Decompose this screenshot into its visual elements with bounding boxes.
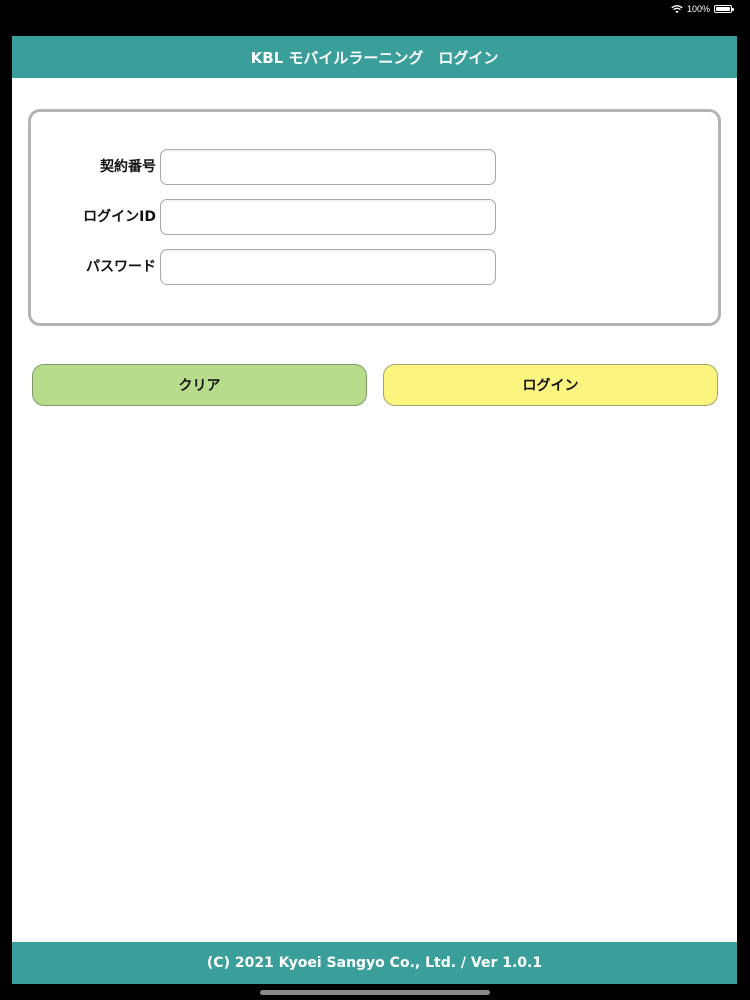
clear-button-label: クリア [178,378,221,394]
status-bar: 100% [0,0,750,22]
login-button-label: ログイン [522,378,579,394]
login-button[interactable]: ログイン [383,364,718,406]
clear-button[interactable]: クリア [32,364,367,406]
page-title: KBL モバイルラーニング ログイン [250,48,499,67]
battery-percentage: 100% [686,4,710,14]
login-id-label: ログインID [83,209,156,225]
status-indicators: 100% [671,2,734,16]
home-indicator[interactable] [260,990,490,995]
password-input[interactable] [160,249,496,285]
contract-number-row: 契約番号 [31,149,718,185]
contract-number-label: 契約番号 [100,159,156,175]
footer-bar: (C) 2021 Kyoei Sangyo Co., Ltd. / Ver 1.… [12,942,737,984]
wifi-icon [671,5,683,14]
contract-number-input[interactable] [160,149,496,185]
battery-icon [714,5,734,13]
login-id-row: ログインID [31,199,718,235]
login-form-panel: 契約番号 ログインID パスワード [28,109,721,326]
header-bar: KBL モバイルラーニング ログイン [12,36,737,78]
password-row: パスワード [31,249,718,285]
login-id-input[interactable] [160,199,496,235]
password-label: パスワード [86,259,156,275]
copyright-text: (C) 2021 Kyoei Sangyo Co., Ltd. / Ver 1.… [206,955,543,971]
app-screen: KBL モバイルラーニング ログイン 契約番号 ログインID パスワード クリア… [12,36,737,984]
device-frame: 100% KBL モバイルラーニング ログイン 契約番号 ログインID パスワー… [0,0,750,1000]
